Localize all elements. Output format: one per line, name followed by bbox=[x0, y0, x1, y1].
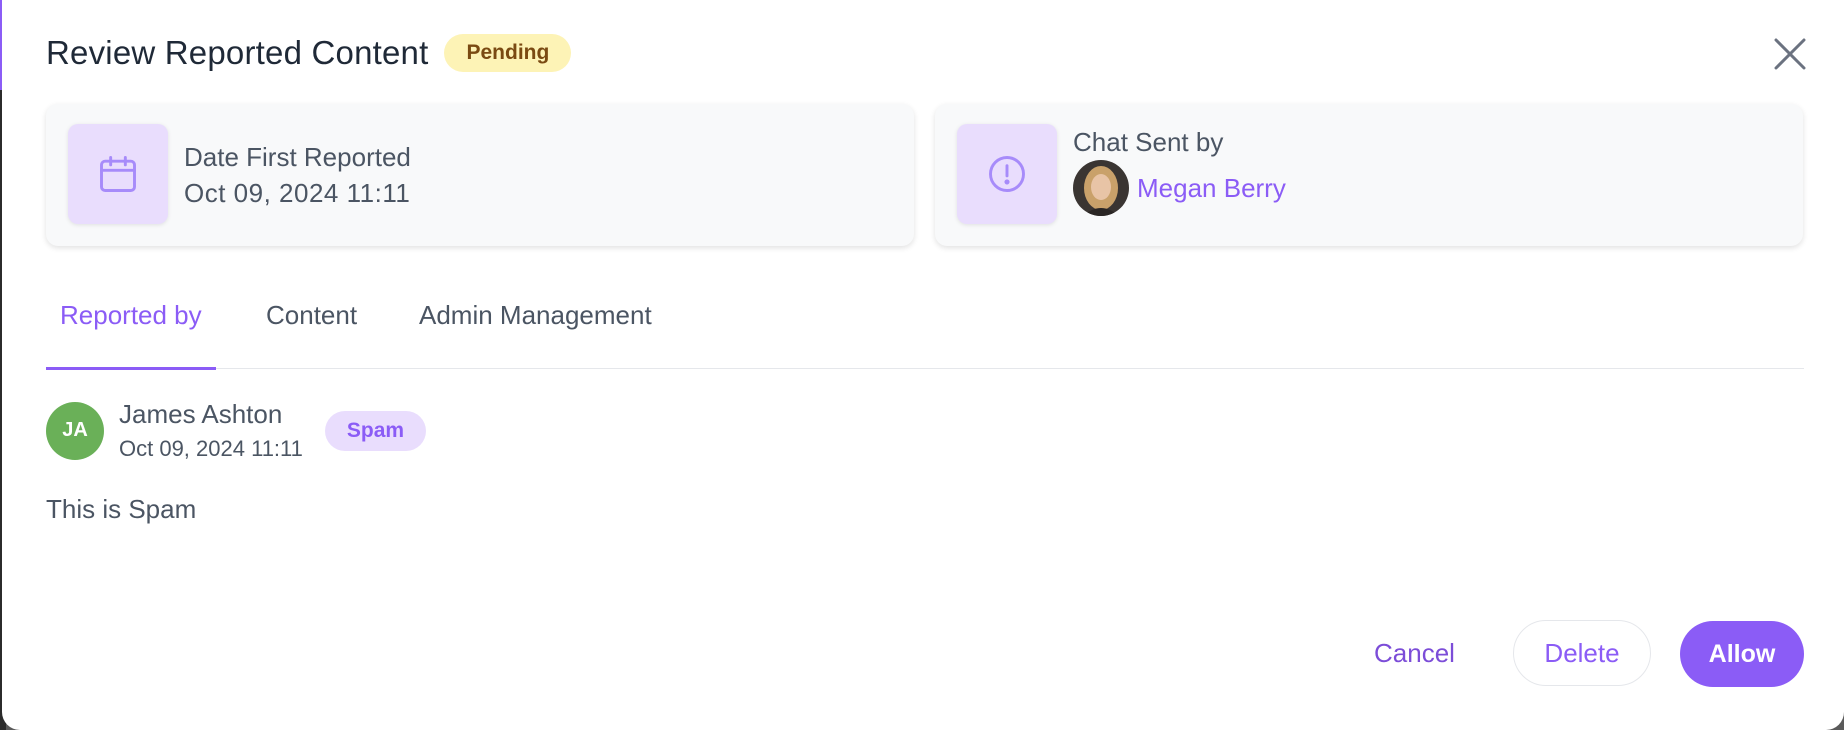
modal-title: Review Reported Content bbox=[46, 34, 429, 71]
sender-name-link[interactable]: Megan Berry bbox=[1137, 173, 1286, 204]
chat-sent-by-label: Chat Sent by bbox=[1073, 127, 1224, 157]
review-reported-content-modal: Review Reported Content Pending Date Fir… bbox=[2, 0, 1844, 730]
status-badge: Pending bbox=[444, 34, 572, 72]
cancel-button[interactable]: Cancel bbox=[1354, 620, 1475, 686]
modal-header: Review Reported Content Pending bbox=[46, 34, 572, 72]
close-icon bbox=[1774, 38, 1806, 70]
close-button[interactable] bbox=[1770, 34, 1810, 74]
alert-icon-box bbox=[957, 124, 1057, 224]
date-reported-value: Oct 09, 2024 11:11 bbox=[184, 178, 411, 208]
calendar-icon-box bbox=[68, 124, 168, 224]
report-message: This is Spam bbox=[46, 494, 197, 524]
chat-sender-card: Chat Sent by Megan Berry bbox=[935, 104, 1803, 246]
reporter-name: James Ashton bbox=[119, 399, 283, 429]
tab-reported-by[interactable]: Reported by bbox=[46, 300, 216, 370]
tab-admin-management[interactable]: Admin Management bbox=[405, 300, 666, 367]
tab-content[interactable]: Content bbox=[252, 300, 371, 367]
reason-badge: Spam bbox=[324, 410, 427, 451]
sender-info: Megan Berry bbox=[1073, 160, 1286, 216]
allow-button[interactable]: Allow bbox=[1680, 621, 1804, 687]
date-reported-label: Date First Reported bbox=[184, 142, 411, 172]
report-entry: JA James Ashton Oct 09, 2024 11:11 Spam bbox=[46, 399, 427, 462]
alert-circle-icon bbox=[989, 156, 1025, 192]
reporter-avatar: JA bbox=[46, 401, 104, 460]
sender-avatar[interactable] bbox=[1073, 160, 1129, 216]
tab-bar: Reported by Content Admin Management bbox=[46, 285, 1804, 370]
reporter-info: James Ashton Oct 09, 2024 11:11 bbox=[119, 399, 303, 462]
report-date: Oct 09, 2024 11:11 bbox=[119, 436, 303, 461]
calendar-icon bbox=[100, 156, 136, 192]
date-reported-card: Date First Reported Oct 09, 2024 11:11 bbox=[46, 104, 914, 246]
delete-button[interactable]: Delete bbox=[1513, 620, 1651, 686]
